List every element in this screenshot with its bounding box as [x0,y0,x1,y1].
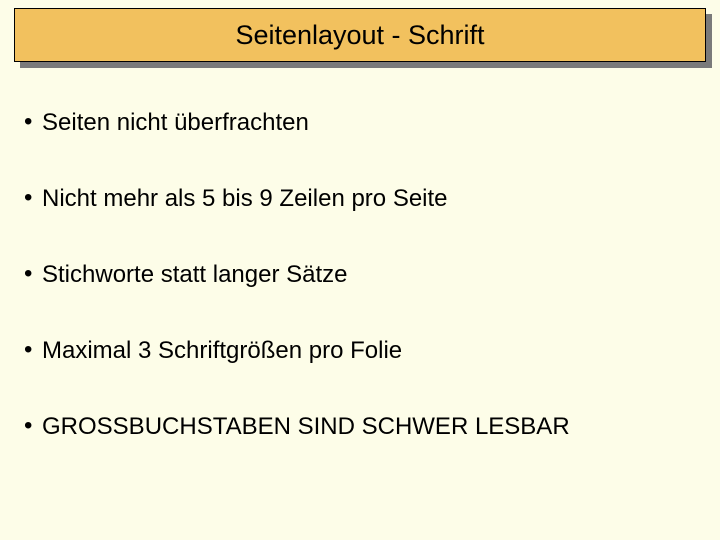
title-box: Seitenlayout - Schrift [14,8,706,62]
title-container: Seitenlayout - Schrift [14,8,706,62]
list-item: • Stichworte statt langer Sätze [24,260,684,290]
bullet-icon: • [24,412,42,441]
bullet-list: • Seiten nicht überfrachten • Nicht mehr… [24,108,684,488]
list-item: • GROSSBUCHSTABEN SIND SCHWER LESBAR [24,412,684,442]
list-item: • Nicht mehr als 5 bis 9 Zeilen pro Seit… [24,184,684,214]
bullet-text: Maximal 3 Schriftgrößen pro Folie [42,336,684,366]
bullet-icon: • [24,184,42,213]
bullet-text: Stichworte statt langer Sätze [42,260,684,290]
bullet-text: Seiten nicht überfrachten [42,108,684,138]
list-item: • Maximal 3 Schriftgrößen pro Folie [24,336,684,366]
bullet-icon: • [24,108,42,137]
slide-title: Seitenlayout - Schrift [235,20,484,51]
bullet-text: GROSSBUCHSTABEN SIND SCHWER LESBAR [42,412,684,442]
bullet-icon: • [24,336,42,365]
list-item: • Seiten nicht überfrachten [24,108,684,138]
bullet-text: Nicht mehr als 5 bis 9 Zeilen pro Seite [42,184,684,214]
bullet-icon: • [24,260,42,289]
